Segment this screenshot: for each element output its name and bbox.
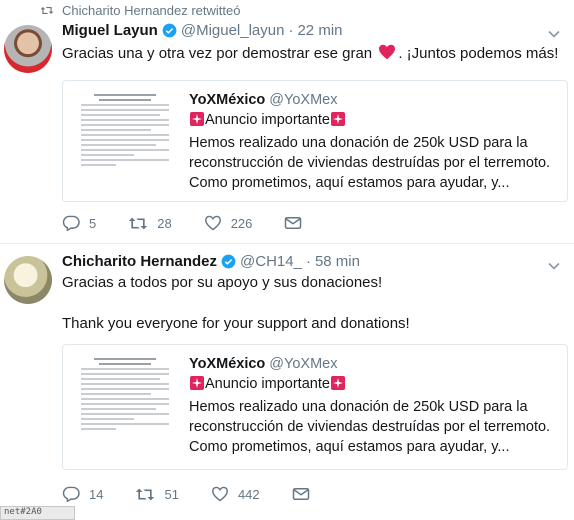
like-count: 442 [237, 486, 260, 502]
tweet-text-line: Gracias a todos por su apoyo y sus donac… [62, 274, 383, 291]
siren-emoji-icon [330, 111, 346, 133]
direct-message-icon [292, 488, 309, 500]
reply-button[interactable]: 14 [62, 486, 103, 502]
verified-badge-icon [162, 23, 177, 38]
card-author-handle: @YoXMex [269, 92, 338, 108]
caret-down-icon[interactable] [548, 28, 560, 40]
reply-count: 14 [89, 486, 104, 502]
tweet-text-line: Thank you everyone for your support and … [62, 315, 410, 332]
like-button[interactable]: 442 [211, 486, 260, 502]
retweet-icon [136, 488, 155, 500]
tweet-text: Gracias una y otra vez por demostrar ese… [62, 44, 558, 66]
retweet-icon [40, 7, 54, 14]
author-handle[interactable]: @Miguel_layun [181, 22, 285, 39]
avatar[interactable] [4, 25, 52, 73]
retweet-icon [129, 217, 148, 229]
reply-button[interactable]: 5 [62, 215, 96, 231]
like-icon [211, 486, 228, 502]
browser-status-bar: net#2A0 [0, 506, 75, 520]
tweet-header: Chicharito Hernandez @CH14_ · 58 min [62, 253, 360, 270]
direct-message-button[interactable] [292, 487, 319, 501]
timestamp[interactable]: 58 min [315, 253, 360, 270]
retweet-count: 51 [164, 486, 179, 502]
heart-emoji-icon [378, 44, 396, 66]
card-author-name: YoXMéxico [189, 92, 266, 108]
avatar[interactable] [4, 256, 52, 304]
like-button[interactable]: 226 [204, 215, 253, 231]
retweet-button[interactable]: 51 [135, 486, 179, 502]
retweet-context-text: Chicharito Hernandez retwitteó [62, 3, 241, 18]
author-handle[interactable]: @CH14_ [240, 253, 302, 270]
retweet-button[interactable]: 28 [128, 215, 172, 231]
tweet-miguel-layun[interactable]: Chicharito Hernandez retwitteó Miguel La… [0, 0, 574, 244]
siren-emoji-icon [330, 375, 346, 397]
card-line: Hemos realizado una donación de 250k USD… [189, 135, 528, 151]
tweet-header: Miguel Layun @Miguel_layun · 22 min [62, 22, 343, 39]
card-line: reconstrucción de viviendas destruídas p… [189, 155, 551, 171]
card-line: Anuncio importante [205, 112, 330, 128]
direct-message-button[interactable] [284, 216, 311, 230]
tweet-text-part: Gracias una y otra vez por demostrar ese… [62, 45, 373, 62]
card-line: reconstrucción de viviendas destruídas p… [189, 419, 551, 435]
author-name[interactable]: Miguel Layun [62, 22, 158, 39]
separator-dot: · [305, 253, 311, 270]
card-line: Anuncio importante [205, 376, 330, 392]
card-thumbnail [81, 91, 169, 191]
card-body: YoXMéxico @YoXMex Anuncio importante Hemo… [189, 90, 557, 193]
reply-icon [62, 215, 80, 231]
tweet-actions: 14 51 442 [62, 486, 351, 502]
reply-icon [62, 486, 80, 502]
direct-message-icon [285, 217, 302, 229]
tweet-actions: 5 28 226 [62, 215, 343, 231]
author-name[interactable]: Chicharito Hernandez [62, 253, 217, 270]
quoted-tweet-card[interactable]: YoXMéxico @YoXMex Anuncio importante Hemo… [62, 80, 568, 202]
quoted-tweet-card[interactable]: YoXMéxico @YoXMex Anuncio importante Hemo… [62, 344, 568, 470]
card-line: Hemos realizado una donación de 250k USD… [189, 399, 528, 415]
card-line: Como prometimos, aquí estamos para ayuda… [189, 439, 510, 455]
card-author-handle: @YoXMex [269, 356, 338, 372]
like-icon [204, 215, 221, 231]
retweet-count: 28 [157, 215, 172, 231]
timestamp[interactable]: 22 min [297, 22, 342, 39]
separator-dot: · [288, 22, 294, 39]
verified-badge-icon [221, 254, 236, 269]
card-author-name: YoXMéxico [189, 356, 266, 372]
reply-count: 5 [89, 215, 97, 231]
card-body: YoXMéxico @YoXMex Anuncio importante Hemo… [189, 354, 557, 457]
like-count: 226 [230, 215, 253, 231]
siren-emoji-icon [189, 111, 205, 133]
card-line: Como prometimos, aquí estamos para ayuda… [189, 175, 510, 191]
card-thumbnail [81, 355, 169, 459]
siren-emoji-icon [189, 375, 205, 397]
retweet-context: Chicharito Hernandez retwitteó [40, 3, 240, 18]
tweet-text-part: . ¡Juntos podemos más! [398, 45, 559, 62]
caret-down-icon[interactable] [548, 260, 560, 272]
